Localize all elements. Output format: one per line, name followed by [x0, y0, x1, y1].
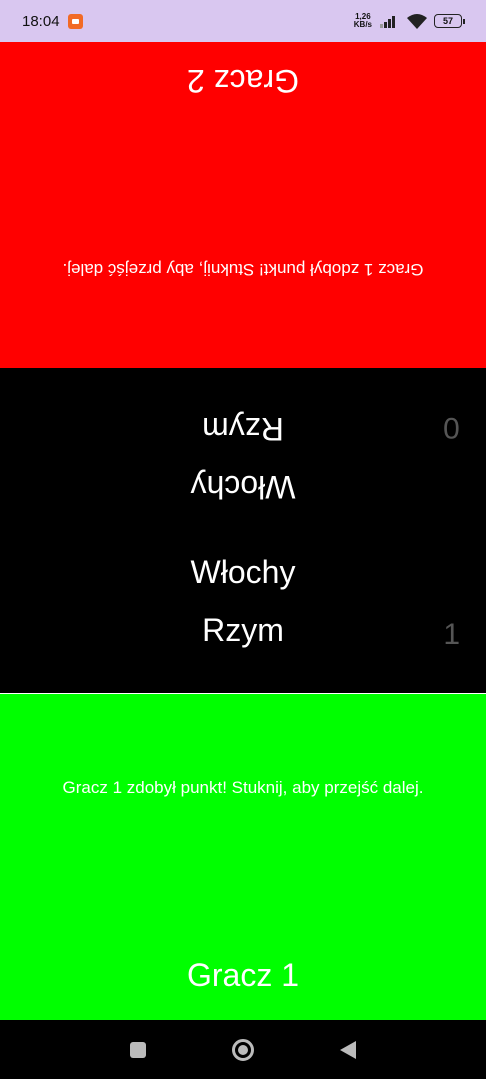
recents-icon[interactable]: [130, 1041, 146, 1058]
player1-score: 1: [443, 618, 460, 651]
player2-name: Gracz 2: [186, 63, 300, 99]
network-speed-unit: KB/s: [353, 20, 372, 29]
screen-record-icon: [67, 13, 83, 29]
player1-message: Gracz 1 zdobył punkt! Stuknij, aby przej…: [62, 778, 424, 797]
back-icon[interactable]: [340, 1040, 356, 1059]
battery-level: 57: [442, 16, 453, 26]
player1-panel[interactable]: Gracz 1 zdobył punkt! Stuknij, aby przej…: [0, 693, 486, 1020]
signal-icon: [378, 14, 400, 28]
word-area: Rzym Włochy 0 Włochy Rzym 1: [0, 368, 486, 692]
player1-name: Gracz 1: [186, 957, 300, 993]
status-right: 1,26 KB/s 57: [354, 13, 465, 29]
top-word-wlochy: Włochy: [190, 469, 296, 505]
navigation-bar: [0, 1020, 486, 1079]
status-left: 18:04: [22, 13, 83, 30]
top-word-rzym: Rzym: [202, 411, 284, 447]
status-time: 18:04: [22, 12, 60, 30]
wifi-icon: [407, 14, 427, 29]
bottom-word-wlochy: Włochy: [190, 554, 296, 590]
home-icon[interactable]: [232, 1038, 254, 1061]
player2-message: Gracz 1 zdobył punkt! Stuknij, aby przej…: [62, 260, 424, 279]
player2-panel[interactable]: Gracz 2 Gracz 1 zdobył punkt! Stuknij, a…: [0, 42, 486, 368]
network-speed: 1,26 KB/s: [354, 13, 372, 29]
battery-icon: 57: [434, 14, 465, 28]
player2-score: 0: [443, 411, 460, 444]
status-bar: 18:04 1,26 KB/s 57: [0, 0, 486, 42]
bottom-word-rzym: Rzym: [202, 612, 284, 648]
